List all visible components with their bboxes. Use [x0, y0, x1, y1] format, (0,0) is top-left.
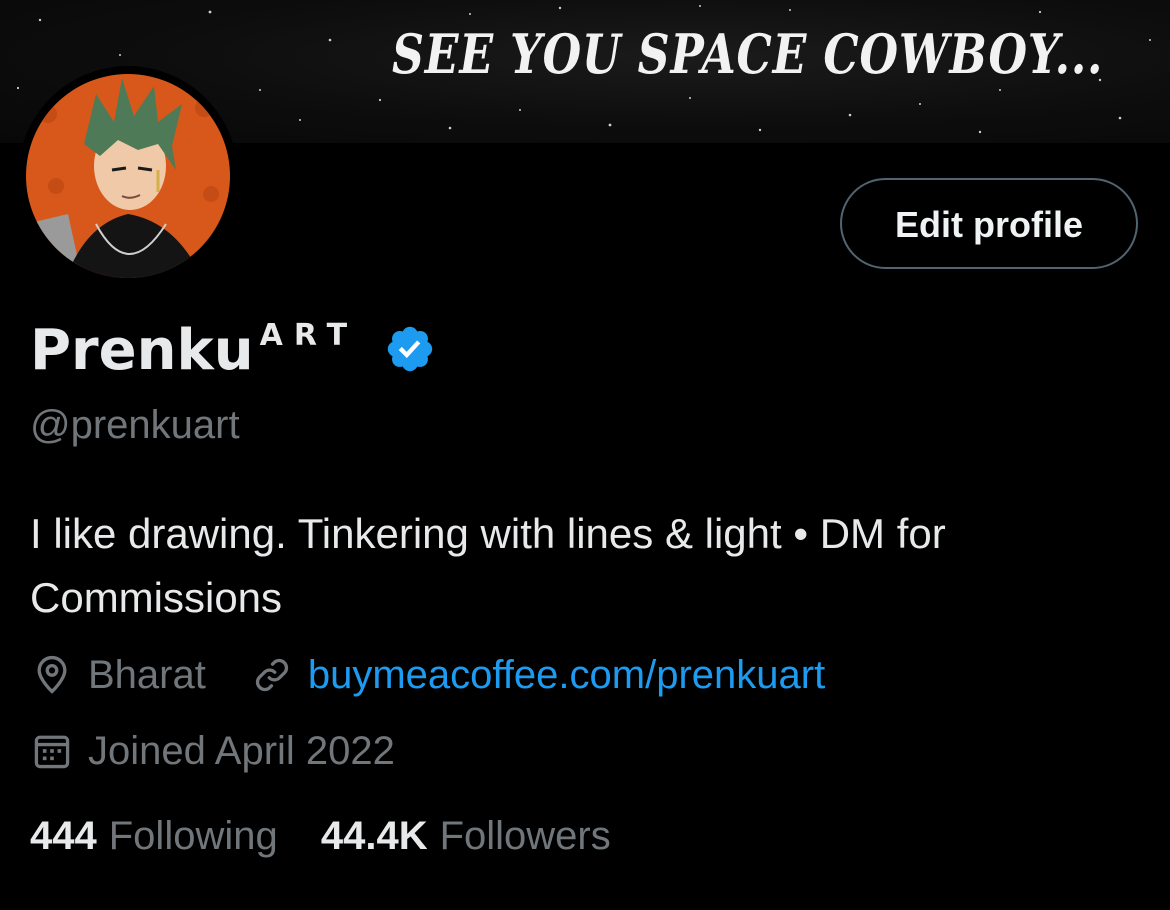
banner-text: SEE YOU SPACE COWBOY... [392, 22, 1104, 86]
location-pin-icon [37, 655, 67, 694]
display-name: Prenku [30, 318, 254, 383]
profile-joined-row: Joined April 2022 [30, 726, 395, 776]
profile-bio: I like drawing. Tinkering with lines & l… [30, 510, 946, 621]
avatar[interactable] [18, 66, 238, 286]
verified-badge-icon[interactable] [384, 323, 436, 375]
followers-label: Followers [439, 814, 611, 858]
followers-count: 44.4K [320, 814, 428, 858]
display-name-row: Prenku ART [30, 318, 358, 388]
profile-location: Bharat [88, 652, 206, 697]
followers-stat[interactable]: 44.4K Followers [321, 814, 611, 859]
following-count: 444 [30, 814, 97, 858]
profile-handle: @prenkuart [30, 403, 240, 447]
following-stat[interactable]: 444 Following [30, 814, 278, 859]
edit-profile-button[interactable]: Edit profile [840, 178, 1138, 269]
following-label: Following [108, 814, 278, 858]
profile-meta-row: Bharat buymeacoffee.com/prenkuart [30, 650, 825, 700]
calendar-icon [34, 735, 70, 769]
profile-website-link[interactable]: buymeacoffee.com/prenkuart [308, 653, 825, 698]
profile-joined-date: Joined April 2022 [88, 728, 395, 773]
avatar-image [26, 74, 230, 278]
profile-stats: 444 Following 44.4K Followers [30, 814, 643, 859]
link-icon [255, 658, 288, 692]
display-name-suffix: ART [259, 318, 359, 353]
